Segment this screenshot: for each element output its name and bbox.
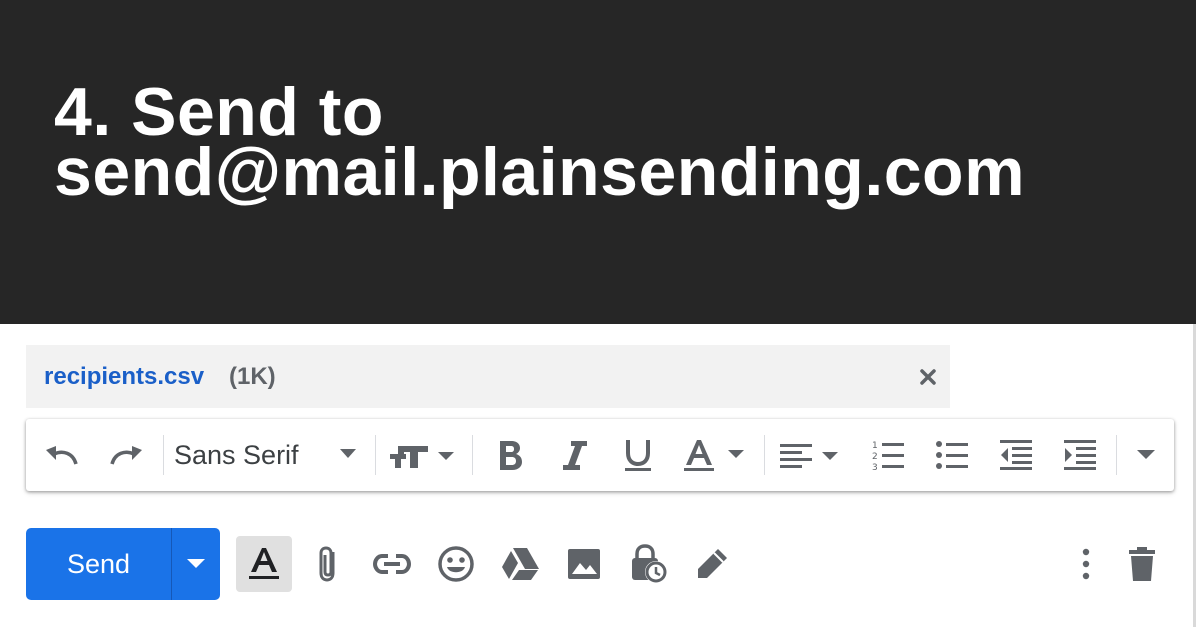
toolbar-separator <box>1116 435 1117 475</box>
indent-more-icon[interactable] <box>1052 419 1108 491</box>
redo-icon[interactable] <box>98 419 154 491</box>
signature-icon[interactable] <box>684 536 740 592</box>
svg-text:2: 2 <box>872 452 878 462</box>
more-formatting-icon[interactable] <box>1126 419 1166 491</box>
banner-line-1: 4. Send to <box>54 74 384 150</box>
formatting-toolbar: Sans Serif 123 <box>26 419 1174 491</box>
instruction-banner: 4. Send to send@mail.plainsending.com <box>0 0 1196 324</box>
toolbar-separator <box>764 435 765 475</box>
close-icon[interactable] <box>918 367 938 387</box>
bulleted-list-icon[interactable] <box>924 419 980 491</box>
send-options-button[interactable] <box>172 528 220 600</box>
formatting-options-icon[interactable] <box>236 536 292 592</box>
send-button-group: Send <box>26 528 220 600</box>
bold-icon[interactable] <box>482 419 538 491</box>
banner-line-2: send@mail.plainsending.com <box>54 134 1026 210</box>
font-family-dropdown[interactable]: Sans Serif <box>174 419 364 491</box>
attachment-chip[interactable]: recipients.csv (1K) <box>26 345 950 408</box>
indent-less-icon[interactable] <box>988 419 1044 491</box>
attachment-size: (1K) <box>229 363 276 390</box>
italic-icon[interactable] <box>546 419 602 491</box>
more-options-icon[interactable] <box>1058 536 1114 592</box>
align-icon[interactable] <box>774 419 848 491</box>
discard-icon[interactable] <box>1114 536 1170 592</box>
insert-photo-icon[interactable] <box>556 536 612 592</box>
numbered-list-icon[interactable]: 123 <box>860 419 916 491</box>
svg-text:1: 1 <box>872 441 878 451</box>
attach-file-icon[interactable] <box>300 536 356 592</box>
confidential-mode-icon[interactable] <box>620 536 676 592</box>
emoji-icon[interactable] <box>428 536 484 592</box>
send-button[interactable]: Send <box>26 528 171 600</box>
font-family-label: Sans Serif <box>174 439 299 470</box>
chevron-down-icon <box>340 449 356 458</box>
text-size-icon[interactable] <box>386 419 464 491</box>
text-color-icon[interactable] <box>676 419 754 491</box>
chevron-down-icon <box>187 559 205 568</box>
toolbar-separator <box>163 435 164 475</box>
google-drive-icon[interactable] <box>492 536 548 592</box>
toolbar-separator <box>472 435 473 475</box>
underline-icon[interactable] <box>610 419 666 491</box>
toolbar-separator <box>375 435 376 475</box>
svg-text:3: 3 <box>872 463 878 472</box>
insert-link-icon[interactable] <box>364 536 420 592</box>
undo-icon[interactable] <box>34 419 90 491</box>
attachment-name-link[interactable]: recipients.csv <box>44 363 204 391</box>
banner-title: 4. Send to send@mail.plainsending.com <box>54 74 1026 210</box>
